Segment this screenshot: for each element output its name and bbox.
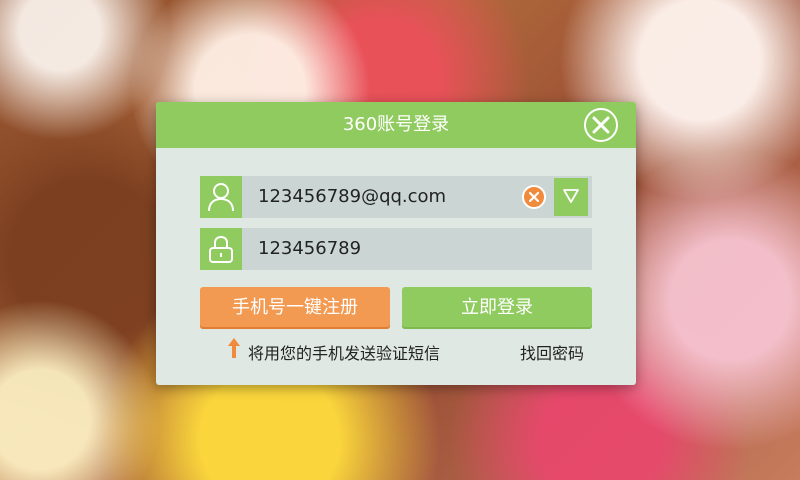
account-dropdown-button[interactable] [554,178,588,216]
lock-icon [209,235,233,263]
clear-username-button[interactable] [522,185,546,209]
close-button[interactable] [584,108,618,142]
password-field[interactable]: 123456789 [200,228,592,270]
forgot-password-link[interactable]: 找回密码 [520,342,584,366]
close-icon [592,116,610,134]
register-button[interactable]: 手机号一键注册 [200,287,390,329]
username-field[interactable]: 123456789@qq.com [200,176,592,218]
clear-icon [528,191,540,203]
sms-hint-text: 将用您的手机发送验证短信 [248,344,441,363]
user-icon-box [200,176,242,218]
user-icon [208,183,234,212]
lock-icon-box [200,228,242,270]
login-dialog: 360账号登录 123456789@qq.com 123456789 手机号一键… [156,102,636,385]
chevron-down-icon [563,189,579,203]
login-button[interactable]: 立即登录 [402,287,592,329]
dialog-title: 360账号登录 [342,114,450,135]
arrow-up-icon [228,338,240,358]
password-value[interactable]: 123456789 [258,228,361,270]
username-value[interactable]: 123456789@qq.com [258,176,446,218]
